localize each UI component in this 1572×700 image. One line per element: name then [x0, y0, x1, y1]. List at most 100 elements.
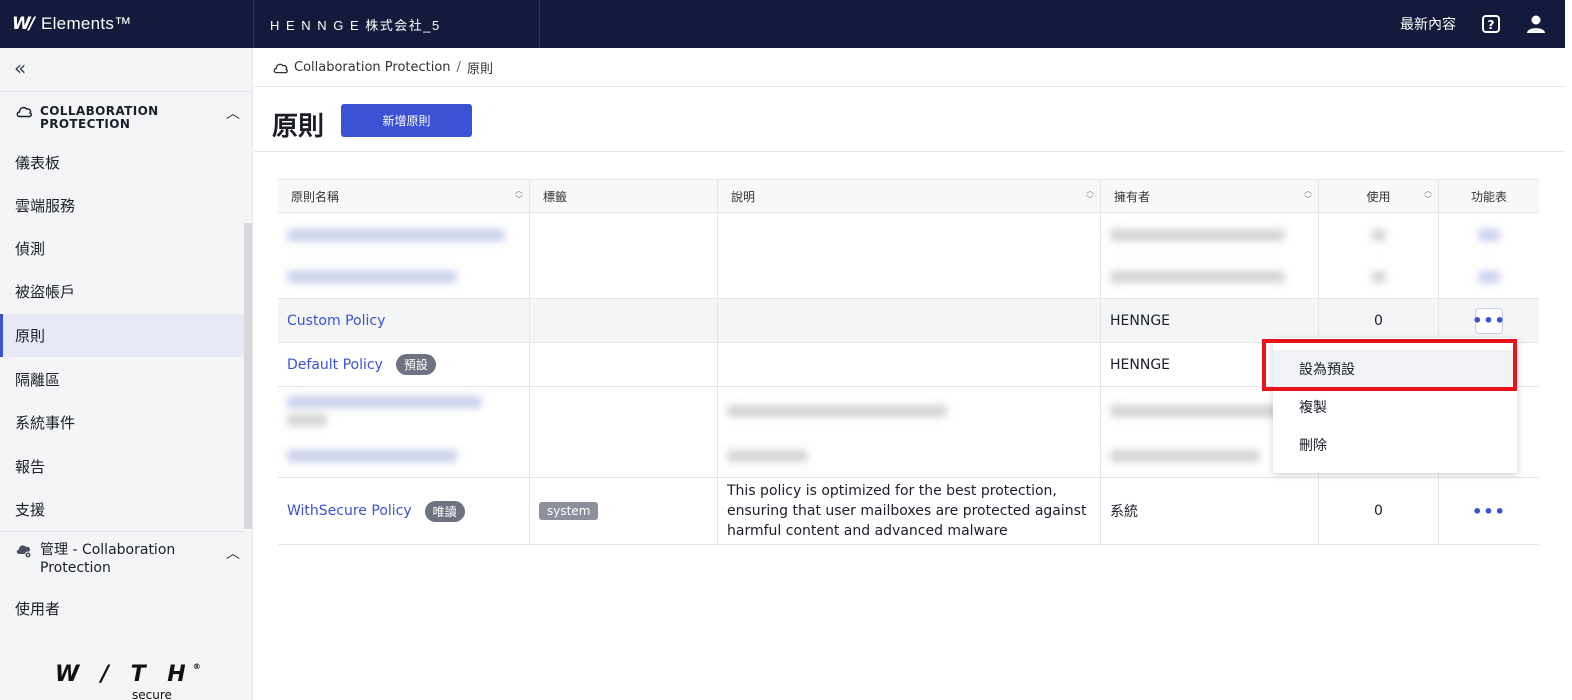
redacted-text — [1110, 450, 1260, 462]
breadcrumb: Collaboration Protection / 原則 — [254, 48, 1565, 87]
row-context-menu: 設為預設 複製 刪除 — [1273, 338, 1517, 473]
policy-name-link[interactable]: WithSecure Policy — [287, 503, 412, 519]
sidebar-item-policies[interactable]: 原則 — [0, 314, 244, 357]
chevron-up-icon[interactable]: ︿ — [226, 543, 240, 563]
sort-icon[interactable]: ︿ ﹀ — [515, 186, 523, 204]
user-icon[interactable] — [1526, 14, 1546, 34]
section-title: 管理 - Collaboration Protection — [40, 542, 176, 576]
policy-name-link[interactable]: Default Policy — [287, 357, 383, 373]
divider — [0, 91, 253, 92]
policy-name-link[interactable]: Custom Policy — [287, 313, 385, 329]
help-icon[interactable]: ? — [1482, 15, 1500, 33]
top-bar: W/ Elements™ H E N N G E 株式会社_5 最新內容 ? — [0, 0, 1572, 48]
breadcrumb-current: 原則 — [466, 61, 493, 77]
section-collaboration-protection[interactable]: COLLABORATION PROTECTION ︿ — [0, 100, 244, 140]
sort-icon[interactable]: ︿ ﹀ — [1424, 186, 1432, 204]
header-label: 擁有者 — [1114, 190, 1151, 204]
description-text: This policy is optimized for the best pr… — [727, 483, 1087, 539]
sidebar-item-system-events[interactable]: 系統事件 — [0, 401, 244, 444]
policy-name-cell — [278, 256, 530, 298]
logo-text: Elements™ — [40, 14, 132, 33]
row-menu-button[interactable]: ••• — [1472, 307, 1505, 334]
redacted-text — [287, 271, 457, 283]
redacted-text — [1110, 405, 1280, 417]
divider — [0, 531, 244, 532]
usage-cell — [1319, 256, 1439, 298]
breadcrumb-root[interactable]: Collaboration Protection — [294, 60, 451, 75]
owner-text: 系統 — [1110, 504, 1138, 520]
owner-cell — [1101, 213, 1319, 256]
sidebar-item-quarantine[interactable]: 隔離區 — [0, 358, 244, 401]
sidebar-item-dashboard[interactable]: 儀表板 — [0, 141, 244, 184]
chevron-up-icon[interactable]: ︿ — [226, 103, 240, 123]
redacted-text — [1478, 271, 1500, 283]
logo-text: W / T H — [55, 662, 193, 687]
policy-name-cell — [278, 213, 530, 256]
redacted-text — [287, 396, 482, 408]
add-policy-button[interactable]: 新增原則 — [341, 104, 472, 137]
collapse-sidebar-icon[interactable]: « — [14, 58, 26, 78]
policy-name-cell — [278, 435, 530, 477]
section-management[interactable]: 管理 - Collaboration Protection ︿ — [0, 540, 244, 582]
default-badge: 預設 — [395, 354, 436, 375]
table-row[interactable] — [278, 213, 1539, 256]
redacted-text — [1371, 271, 1386, 283]
description-cell — [718, 256, 1101, 298]
elements-logo[interactable]: W/ Elements™ — [12, 0, 132, 48]
column-header-usage[interactable]: 使用 ︿ ﹀ — [1319, 180, 1439, 213]
organization-name[interactable]: H E N N G E 株式会社_5 — [270, 0, 441, 48]
svg-text:?: ? — [1488, 18, 1495, 32]
column-header-policy-name[interactable]: 原則名稱 ︿ ﹀ — [278, 180, 530, 213]
header-label: 原則名稱 — [291, 190, 340, 204]
topbar-divider — [539, 0, 540, 48]
description-cell — [718, 387, 1101, 435]
tags-cell — [530, 343, 718, 386]
table-row[interactable]: Custom Policy HENNGE 0 ••• — [278, 299, 1539, 343]
tags-cell: system — [530, 478, 718, 544]
usage-count: 0 — [1374, 312, 1383, 329]
menu-item-duplicate[interactable]: 複製 — [1273, 388, 1517, 426]
sidebar-scrollbar[interactable] — [244, 223, 252, 529]
withsecure-logo-mark: W/ — [12, 14, 35, 34]
policy-name-cell: Custom Policy — [278, 299, 530, 342]
owner-text: HENNGE — [1110, 312, 1171, 329]
menu-item-set-default[interactable]: 設為預設 — [1273, 350, 1517, 388]
sort-icon[interactable]: ︿ ﹀ — [1304, 186, 1312, 204]
usage-cell: 0 — [1319, 299, 1439, 342]
menu-cell — [1439, 256, 1539, 298]
usage-cell — [1319, 213, 1439, 256]
breadcrumb-separator: / — [456, 59, 461, 75]
sidebar: « COLLABORATION PROTECTION ︿ 儀表板 雲端服務 偵測… — [0, 48, 253, 700]
usage-cell: 0 — [1319, 478, 1439, 544]
description-cell — [718, 299, 1101, 342]
sidebar-item-support[interactable]: 支援 — [0, 488, 244, 531]
cloud-icon — [272, 61, 289, 74]
sidebar-item-detections[interactable]: 偵測 — [0, 227, 244, 270]
redacted-text — [1110, 271, 1285, 283]
sidebar-item-reports[interactable]: 報告 — [0, 445, 244, 488]
table-row[interactable] — [278, 256, 1539, 299]
column-header-owner[interactable]: 擁有者 ︿ ﹀ — [1101, 180, 1319, 213]
usage-count: 0 — [1374, 503, 1383, 519]
column-header-tags: 標籤 — [530, 180, 718, 213]
redacted-text — [1478, 228, 1500, 241]
menu-item-delete[interactable]: 刪除 — [1273, 426, 1517, 464]
whats-new-link[interactable]: 最新內容 — [1400, 14, 1456, 34]
owner-cell: 系統 — [1101, 478, 1319, 544]
sidebar-item-cloud-services[interactable]: 雲端服務 — [0, 184, 244, 227]
sidebar-item-users[interactable]: 使用者 — [0, 587, 244, 630]
description-cell — [718, 435, 1101, 477]
read-only-badge: 唯讀 — [424, 500, 465, 522]
section-title: COLLABORATION PROTECTION — [40, 104, 159, 131]
sort-icon[interactable]: ︿ ﹀ — [1086, 186, 1094, 204]
cloud-icon — [15, 103, 33, 122]
sidebar-item-compromised-accounts[interactable]: 被盜帳戶 — [0, 270, 244, 313]
table-row[interactable]: WithSecure Policy 唯讀 system This policy … — [278, 478, 1539, 545]
system-tag: system — [539, 502, 599, 520]
redacted-text — [727, 450, 807, 462]
tags-cell — [530, 256, 718, 298]
column-header-description[interactable]: 說明 ︿ ﹀ — [718, 180, 1101, 213]
header-label: 功能表 — [1470, 190, 1507, 204]
menu-cell: ••• — [1439, 299, 1539, 342]
more-horizontal-icon[interactable]: ••• — [1472, 502, 1506, 521]
